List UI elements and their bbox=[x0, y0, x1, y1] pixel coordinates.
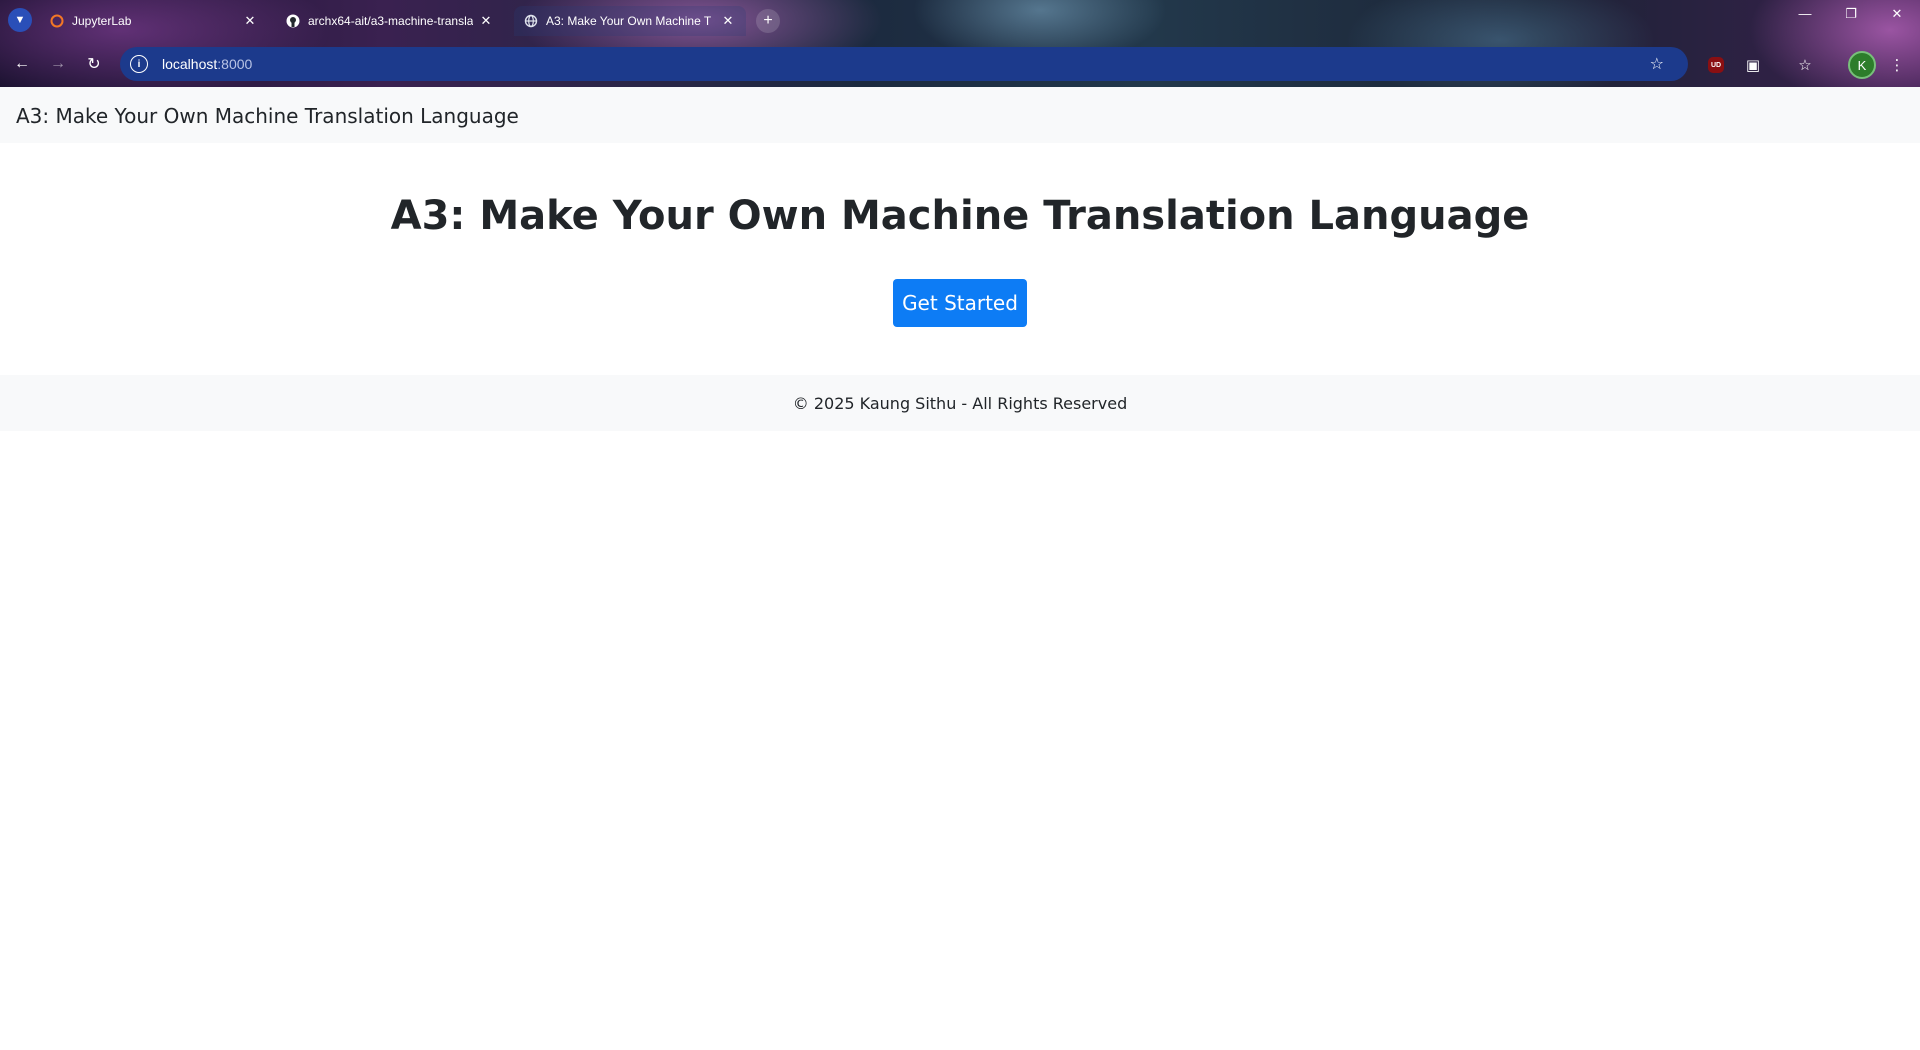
close-icon[interactable]: ✕ bbox=[242, 13, 258, 29]
new-tab-button[interactable]: + bbox=[756, 9, 780, 33]
tab-github[interactable]: archx64-ait/a3-machine-transla ✕ bbox=[276, 6, 504, 36]
bookmark-star-icon[interactable]: ☆ bbox=[1650, 54, 1664, 74]
jupyter-icon bbox=[50, 14, 64, 28]
tab-title: archx64-ait/a3-machine-transla bbox=[308, 14, 473, 28]
browser-toolbar: ← → ↻ i localhost :8000 ☆ UD ▣ ☆ K ⋮ bbox=[0, 44, 1920, 84]
close-icon[interactable]: ✕ bbox=[478, 13, 494, 29]
tab-strip: ▼ JupyterLab ✕ archx64-ait/a3-machine-tr… bbox=[0, 0, 1920, 40]
page-title: A3: Make Your Own Machine Translation La… bbox=[390, 193, 1530, 239]
tab-jupyterlab[interactable]: JupyterLab ✕ bbox=[40, 6, 268, 36]
arrow-right-icon: → bbox=[50, 55, 66, 72]
reload-icon: ↻ bbox=[87, 56, 101, 73]
browser-chrome: ▼ JupyterLab ✕ archx64-ait/a3-machine-tr… bbox=[0, 0, 1920, 87]
extensions-puzzle-icon[interactable]: ▣ bbox=[1740, 52, 1766, 78]
chevron-down-icon: ▼ bbox=[14, 14, 26, 26]
back-button[interactable]: ← bbox=[8, 50, 36, 78]
globe-icon bbox=[524, 14, 538, 28]
site-navbar: A3: Make Your Own Machine Translation La… bbox=[0, 87, 1920, 143]
site-footer: © 2025 Kaung Sithu - All Rights Reserved bbox=[0, 375, 1920, 431]
tab-search-button[interactable]: ▼ bbox=[8, 8, 32, 32]
github-icon bbox=[286, 14, 300, 28]
address-bar[interactable]: i localhost :8000 ☆ bbox=[120, 47, 1688, 81]
footer-copyright: © 2025 Kaung Sithu - All Rights Reserved bbox=[792, 393, 1128, 413]
avatar-initial: K bbox=[1857, 57, 1867, 73]
hero-section: A3: Make Your Own Machine Translation La… bbox=[0, 143, 1920, 375]
tab-title: JupyterLab bbox=[72, 14, 132, 28]
ublock-extension-icon[interactable]: UD bbox=[1708, 57, 1724, 73]
restore-button[interactable]: ❐ bbox=[1836, 6, 1866, 22]
reload-button[interactable]: ↻ bbox=[80, 50, 108, 78]
bookmarks-icon[interactable]: ☆ bbox=[1792, 52, 1818, 78]
url-host: localhost bbox=[162, 56, 218, 72]
get-started-button[interactable]: Get Started bbox=[893, 279, 1027, 327]
extension-label: UD bbox=[1710, 61, 1722, 69]
plus-icon: + bbox=[763, 12, 773, 29]
forward-button[interactable]: → bbox=[44, 50, 72, 78]
arrow-left-icon: ← bbox=[14, 55, 30, 72]
navbar-brand[interactable]: A3: Make Your Own Machine Translation La… bbox=[16, 104, 519, 128]
tab-a3-app[interactable]: A3: Make Your Own Machine Tr ✕ bbox=[514, 6, 746, 36]
minimize-button[interactable]: — bbox=[1790, 6, 1820, 21]
tab-title: A3: Make Your Own Machine Tr bbox=[546, 14, 711, 28]
menu-kebab-icon[interactable]: ⋮ bbox=[1884, 52, 1910, 78]
profile-avatar[interactable]: K bbox=[1848, 51, 1876, 79]
url-port: :8000 bbox=[217, 56, 253, 72]
close-window-button[interactable]: ✕ bbox=[1882, 6, 1912, 22]
info-icon[interactable]: i bbox=[130, 55, 148, 73]
close-icon[interactable]: ✕ bbox=[720, 13, 736, 29]
